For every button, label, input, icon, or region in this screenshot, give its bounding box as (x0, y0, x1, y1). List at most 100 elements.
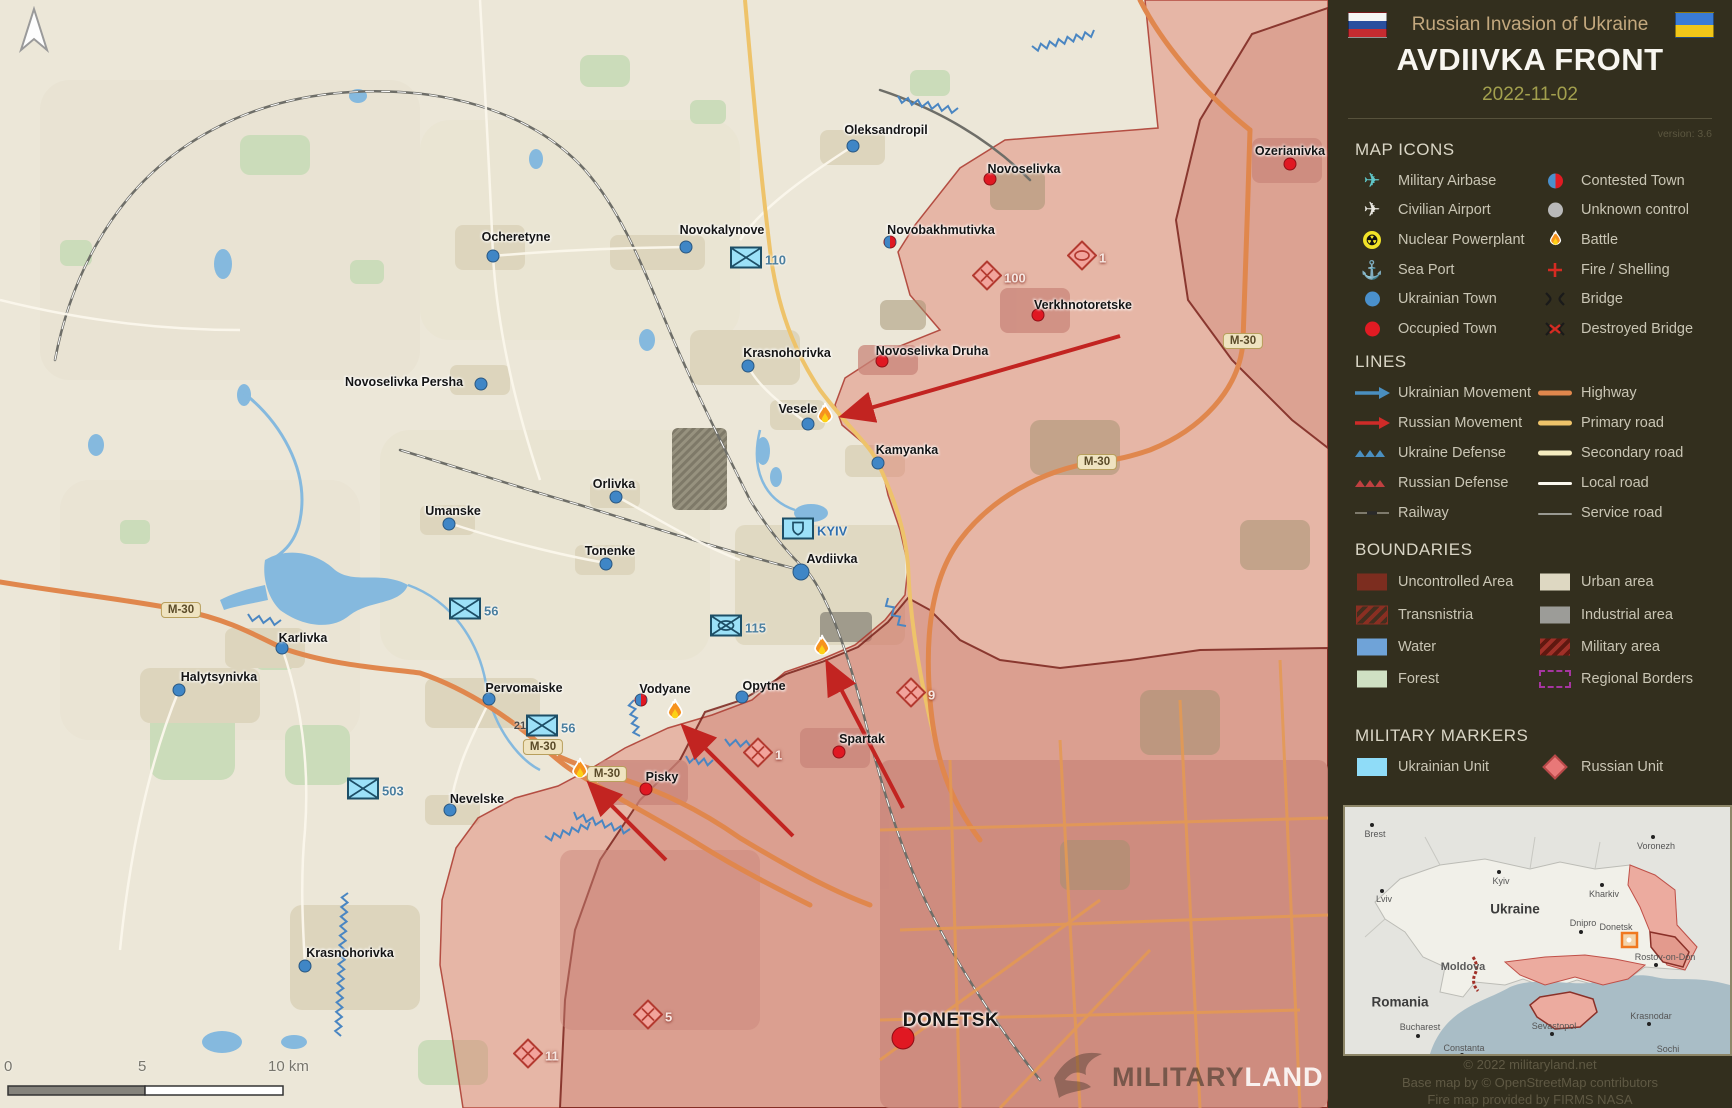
contested-icon (1535, 173, 1575, 188)
minimap-label-brest: Brest (1364, 829, 1385, 839)
road-badge-m-30: M-30 (1223, 333, 1263, 349)
legend-item-label: Forest (1398, 671, 1439, 687)
legend-row: ☢Nuclear Powerplant Battle (1328, 225, 1732, 255)
legend-item-label: Military area (1581, 639, 1660, 655)
town-dot-ocheretyne (487, 250, 500, 263)
minimap-city-dot (1651, 835, 1655, 839)
legend-item-label: Highway (1581, 385, 1637, 401)
town-label-krasnohorivka: Krasnohorivka (306, 946, 394, 960)
town-dot-novobakhmutivka (884, 236, 897, 249)
railway-icon (1352, 508, 1392, 518)
town-dot-novoselivka-persha (475, 378, 488, 391)
legend-row: ✈Civilian AirportUnknown control (1328, 196, 1732, 226)
minimap-city-dot (1370, 823, 1374, 827)
legend-item-label: Railway (1398, 505, 1449, 521)
legend-item-label: Bridge (1581, 291, 1623, 307)
sw-transnistria-icon (1352, 605, 1392, 624)
town-label-spartak: Spartak (839, 732, 885, 746)
town-label-ocheretyne: Ocheretyne (482, 230, 551, 244)
unit-label-9: 9 (928, 688, 935, 703)
legend-section-title: MAP ICONS (1355, 140, 1455, 160)
north-arrow-icon (14, 6, 54, 58)
ukrainian-unit-marker-kyiv (782, 518, 814, 545)
page-title: AVDIIVKA FRONT (1328, 42, 1732, 78)
legend-item-label: Secondary road (1581, 445, 1683, 461)
sw-forest-icon (1352, 671, 1392, 688)
road-primary-icon (1535, 421, 1575, 426)
town-label-karlivka: Karlivka (279, 631, 328, 645)
sw-regional-icon (1535, 670, 1575, 688)
def-ru-icon (1352, 477, 1392, 489)
town-label-pisky: Pisky (646, 770, 679, 784)
unit-label-5: 5 (665, 1010, 672, 1025)
battle-icon (568, 757, 592, 790)
legend-item-label: Russian Defense (1398, 475, 1508, 491)
town-dot-novokalynove (680, 241, 693, 254)
russian-unit-marker-11 (513, 1039, 543, 1074)
minimap-label-kyiv: Kyiv (1492, 876, 1509, 886)
battle-icon (813, 402, 837, 435)
avdiivka-coke-plant (672, 428, 727, 510)
town-dot-pisky (640, 783, 653, 796)
unit-label-100: 100 (1004, 271, 1026, 286)
town-label-verkhnotoretske: Verkhnotoretske (1034, 298, 1132, 312)
legend-item-label: Military Airbase (1398, 173, 1496, 189)
legend-item-label: Local road (1581, 475, 1649, 491)
credit-line: Base map by © OpenStreetMap contributors (1328, 1074, 1732, 1092)
map-note: 21 (514, 720, 526, 732)
legend-row: Russian MovementPrimary road (1328, 408, 1732, 438)
minimap-label-kharkiv: Kharkiv (1589, 889, 1619, 899)
scale-0: 0 (4, 1058, 12, 1075)
minimap-label-lviv: Lviv (1376, 894, 1392, 904)
town-dot-orlivka (610, 491, 623, 504)
minimap-city-dot (1380, 889, 1384, 893)
town-label-krasnohorivka: Krasnohorivka (743, 346, 831, 360)
minimap-city-dot (1416, 1034, 1420, 1038)
road-badge-m-30: M-30 (161, 602, 201, 618)
legend-item-label: Occupied Town (1398, 321, 1497, 337)
unit-label-503: 503 (382, 784, 404, 799)
russian-unit-marker-1 (1067, 241, 1097, 276)
avdiivka-front-map-infographic: { "header": { "kicker": "Russian Invasio… (0, 0, 1732, 1108)
minimap-label-constanta: Constanta (1443, 1043, 1484, 1053)
town-dot-oleksandropil (847, 140, 860, 153)
nuclear-icon: ☢ (1352, 231, 1392, 249)
town-label-vodyane: Vodyane (639, 682, 690, 696)
legend-item-label: Contested Town (1581, 173, 1685, 189)
road-badge-m-30: M-30 (1077, 454, 1117, 470)
unknown-icon (1535, 203, 1575, 218)
town-label-oleksandropil: Oleksandropil (844, 123, 927, 137)
credits: © 2022 militaryland.net Base map by © Op… (1328, 1056, 1732, 1108)
road-secondary-icon (1535, 451, 1575, 456)
seaport-icon: ⚓ (1352, 261, 1392, 279)
town-label-halytsynivka: Halytsynivka (181, 670, 257, 684)
legend-item-label: Transnistria (1398, 607, 1473, 623)
sw-water-icon (1352, 638, 1392, 655)
scale-5: 5 (138, 1058, 146, 1075)
russian-unit-marker-100 (972, 261, 1002, 296)
minimap-label-voronezh: Voronezh (1637, 841, 1675, 851)
town-dot-umanske (443, 518, 456, 531)
minimap-city-dot (1579, 930, 1583, 934)
town-label-novoselivka-druha: Novoselivka Druha (876, 344, 989, 358)
minimap-label-sevastopol: Sevastopol (1532, 1021, 1577, 1031)
minimap-label-dnipro: Dnipro (1570, 918, 1597, 928)
legend-row: ⚓Sea PortFire / Shelling (1328, 255, 1732, 285)
minimap-label-bucharest: Bucharest (1400, 1022, 1441, 1032)
legend-item-label: Unknown control (1581, 202, 1689, 218)
credit-line: Fire map provided by FIRMS NASA (1328, 1091, 1732, 1108)
minimap-label-sochi: Sochi (1657, 1044, 1680, 1054)
legend-item-label: Ukrainian Movement (1398, 385, 1531, 401)
ukrainian-unit-marker-503 (347, 778, 379, 805)
road-badge-m-30: M-30 (587, 766, 627, 782)
mov-ua-icon (1352, 386, 1392, 400)
report-date: 2022-11-02 (1328, 84, 1732, 106)
legend-item-label: Primary road (1581, 415, 1664, 431)
minimap-city-dot (1600, 883, 1604, 887)
town-label-umanske: Umanske (425, 504, 481, 518)
legend-section-title: LINES (1355, 352, 1407, 372)
battle-icon (810, 634, 834, 667)
town-label-novokalynove: Novokalynove (680, 223, 765, 237)
battle-icon (663, 698, 687, 731)
bridge-x-icon (1535, 321, 1575, 337)
